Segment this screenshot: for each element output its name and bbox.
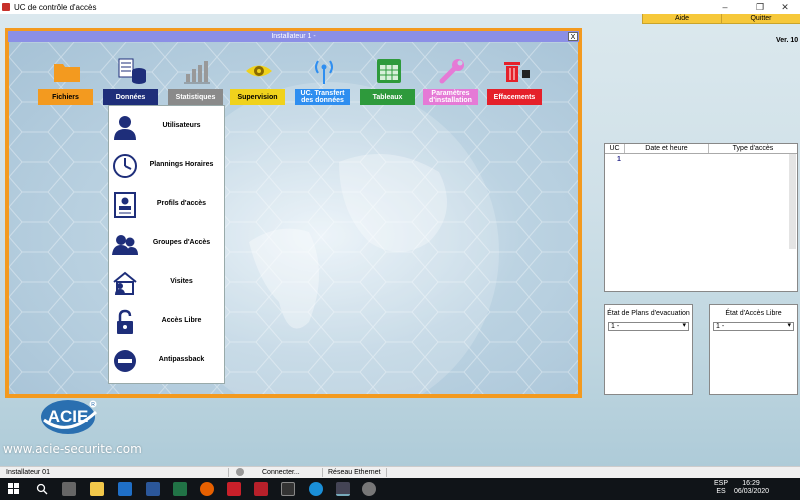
minimize-button[interactable]: –	[710, 0, 740, 14]
search-icon[interactable]	[36, 483, 48, 495]
filezilla-icon[interactable]	[254, 482, 268, 496]
antenna-icon	[309, 57, 339, 85]
house-visitor-icon	[112, 270, 138, 296]
free-access-state-select[interactable]: 1 -	[713, 322, 794, 331]
module-label: Supervision	[230, 89, 285, 105]
group-icon	[112, 231, 138, 257]
dropdown-item-label: Plannings Horaires	[149, 161, 214, 168]
evacuation-state-panel: État de Plans d'evacuation 1 -	[604, 304, 693, 395]
module-label: Fichiers	[38, 89, 93, 105]
help-menu[interactable]: Aide	[642, 14, 721, 23]
module-label: Données	[103, 89, 158, 105]
module-label: Statistiques	[168, 89, 223, 105]
website-link[interactable]: www.acie-securite.com	[3, 442, 142, 456]
version-label: Ver. 10	[776, 37, 799, 44]
unlock-icon	[112, 309, 138, 335]
column-header: UC	[605, 144, 625, 153]
acrobat-icon[interactable]	[227, 482, 241, 496]
dropdown-item[interactable]: Profils d'accès	[109, 184, 226, 223]
dropdown-item-label: Antipassback	[158, 356, 205, 363]
installer-titlebar: Installateur 1 - X	[8, 31, 579, 42]
table-scrollbar[interactable]	[789, 154, 796, 249]
dropdown-item-label: Profils d'accès	[156, 200, 207, 207]
folder-icon	[52, 57, 82, 85]
outlook-icon[interactable]	[118, 482, 132, 496]
user-icon	[112, 114, 138, 140]
spreadsheet-icon	[374, 57, 404, 85]
connection-icon	[236, 468, 244, 476]
terminal-icon[interactable]	[281, 482, 295, 496]
status-connection: Connecter...	[262, 469, 300, 476]
dropdown-item-label: Accès Libre	[161, 317, 202, 324]
dropdown-item-label: Visites	[170, 278, 193, 285]
dropdown-item[interactable]: Plannings Horaires	[109, 145, 226, 184]
dropdown-item[interactable]: Antipassback	[109, 340, 226, 379]
installer-body: Fichiers Données Statistiques Supervision UC…	[9, 42, 578, 394]
donnees-dropdown-menu: Utilisateurs Plannings Horaires Profils d'…	[108, 105, 225, 384]
dropdown-item[interactable]: Visites	[109, 262, 226, 301]
app-icon[interactable]	[362, 482, 376, 496]
language-indicator[interactable]: ESP ES	[710, 480, 732, 496]
table-row[interactable]: 1	[605, 156, 797, 163]
module-label: Paramètres d'installation	[423, 89, 478, 105]
keyboard-code: ES	[716, 488, 726, 495]
eye-icon	[244, 57, 274, 85]
installer-close-button[interactable]: X	[568, 32, 578, 41]
status-bar: Installateur 01 Connecter... Réseau Ethe…	[0, 466, 800, 478]
file-explorer-icon[interactable]	[90, 482, 104, 496]
clock-date: 06/03/2020	[734, 488, 770, 495]
uc-activity-table: UC Date et heure Type d'accès 1	[604, 143, 798, 292]
bar-chart-icon	[182, 57, 212, 85]
module-label: UC. Transfert des données	[295, 89, 350, 105]
clock-time: 16:29	[742, 480, 760, 487]
windows-start-icon[interactable]	[8, 483, 20, 495]
window-titlebar: UC de contrôle d'accès – ❐ ✕	[0, 0, 800, 14]
column-header: Date et heure	[625, 144, 709, 153]
evacuation-state-select[interactable]: 1 -	[608, 322, 689, 331]
excel-icon[interactable]	[173, 482, 187, 496]
free-access-state-label: État d'Accès Libre	[725, 310, 782, 317]
dropdown-item[interactable]: Accès Libre	[109, 301, 226, 340]
quit-menu[interactable]: Quitter	[721, 14, 800, 23]
close-window-button[interactable]: ✕	[770, 0, 800, 14]
module-label: Effacements	[487, 89, 542, 105]
clock[interactable]: 16:29 06/03/2020	[734, 480, 770, 496]
database-icon	[117, 57, 147, 85]
teamviewer-icon[interactable]	[309, 482, 323, 496]
dropdown-item[interactable]: Utilisateurs	[109, 106, 226, 145]
status-user: Installateur 01	[6, 469, 50, 476]
svg-text:R: R	[91, 402, 95, 408]
acie-logo: ACIE R	[41, 400, 98, 434]
profile-card-icon	[112, 192, 138, 218]
free-access-state-panel: État d'Accès Libre 1 -	[709, 304, 798, 395]
app-icon	[2, 3, 10, 11]
installer-title: Installateur 1 -	[271, 33, 316, 40]
top-menu-strip: Aide Quitter	[642, 14, 800, 24]
status-network: Réseau Ethernet	[328, 469, 381, 476]
trash-icon	[501, 57, 531, 85]
dropdown-item-label: Utilisateurs	[162, 122, 201, 129]
language-code: ESP	[713, 480, 728, 487]
wrench-icon	[437, 57, 467, 85]
installer-panel: Installateur 1 - X Fichiers Données Statis…	[5, 28, 582, 398]
windows-taskbar: ESP ES 16:29 06/03/2020	[0, 478, 800, 500]
firefox-icon[interactable]	[200, 482, 214, 496]
dropdown-item[interactable]: Groupes d'Accès	[109, 223, 226, 262]
column-header: Type d'accès	[732, 145, 774, 152]
word-icon[interactable]	[146, 482, 160, 496]
module-label: Tableaux	[360, 89, 415, 105]
calculator-icon[interactable]	[62, 482, 76, 496]
no-entry-icon	[112, 348, 138, 374]
evacuation-state-label: État de Plans d'evacuation	[607, 310, 690, 317]
svg-text:ACIE: ACIE	[48, 407, 89, 426]
acie-app-taskbar-icon[interactable]	[336, 482, 350, 496]
dropdown-item-label: Groupes d'Accès	[152, 239, 211, 246]
table-header: UC Date et heure Type d'accès	[605, 144, 797, 154]
clock-icon	[112, 153, 138, 179]
window-title: UC de contrôle d'accès	[14, 2, 97, 12]
